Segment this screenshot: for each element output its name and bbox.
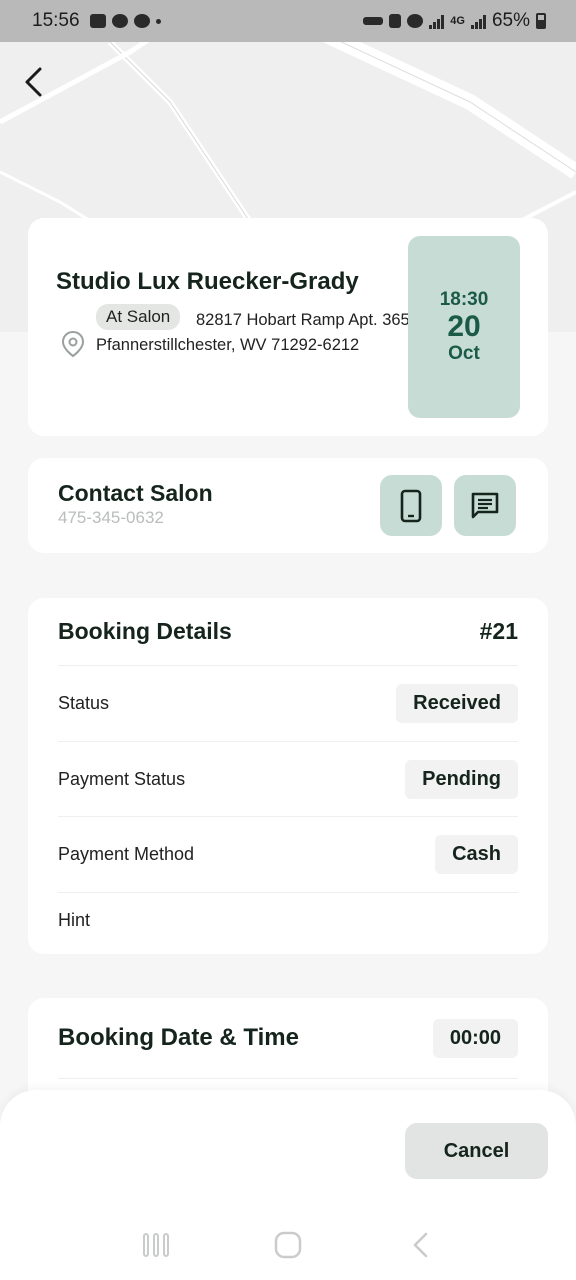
booking-datetime-title: Booking Date & Time	[58, 1024, 299, 1051]
appointment-date-box: 18:30 20 Oct	[408, 236, 520, 418]
home-button[interactable]	[258, 1220, 318, 1270]
more-notifications-icon	[155, 18, 161, 24]
battery-percent: 65%	[491, 10, 530, 31]
cancel-button[interactable]: Cancel	[405, 1123, 548, 1179]
appointment-month: Oct	[448, 343, 480, 364]
system-icons: 4G 65%	[363, 10, 546, 32]
contact-card: Contact Salon 475-345-0632	[28, 458, 548, 553]
detail-row-status: Status Received	[58, 665, 518, 741]
detail-label: Hint	[58, 910, 91, 930]
status-badge: Received	[396, 684, 518, 723]
cloud-icon	[133, 14, 150, 28]
arrow-left-icon	[25, 67, 42, 97]
detail-row-payment-method: Payment Method Cash	[58, 816, 518, 892]
booking-details-card: Booking Details #21 Status Received Paym…	[28, 598, 548, 954]
message-icon	[471, 492, 499, 518]
status-bar: 15:56 4G 65%	[0, 0, 576, 42]
detail-row-hint: Hint	[58, 892, 518, 948]
notification-icons	[89, 14, 161, 28]
signal-icon	[429, 14, 445, 29]
chevron-left-icon	[413, 1232, 428, 1258]
back-button[interactable]	[14, 60, 54, 104]
smartphone-icon	[400, 489, 422, 522]
key-icon	[363, 17, 384, 25]
status-time: 15:56	[32, 10, 80, 31]
detail-row-payment-status: Payment Status Pending	[58, 741, 518, 817]
location-type-badge: At Salon	[96, 304, 181, 330]
battery-icon	[536, 13, 546, 29]
network-type: 4G	[450, 15, 465, 27]
contact-phone: 475-345-0632	[58, 508, 164, 527]
home-icon	[274, 1231, 302, 1259]
payment-status-badge: Pending	[405, 760, 518, 799]
system-navigation-bar	[0, 1210, 576, 1280]
divider	[58, 1078, 518, 1079]
detail-label: Payment Method	[58, 844, 195, 864]
booking-details-title: Booking Details	[58, 618, 232, 644]
bottom-action-sheet: Cancel	[0, 1090, 576, 1280]
lock-icon	[389, 14, 402, 28]
payment-method-badge: Cash	[435, 835, 518, 874]
appointment-time: 18:30	[439, 289, 489, 310]
recent-apps-icon	[143, 1233, 169, 1257]
message-button[interactable]	[454, 475, 516, 536]
contact-title: Contact Salon	[58, 480, 213, 506]
recent-apps-button[interactable]	[126, 1220, 186, 1270]
call-button[interactable]	[380, 475, 442, 536]
appointment-day: 20	[447, 310, 481, 343]
salon-card: Studio Lux Ruecker-Grady 82817 Hobart Ra…	[28, 218, 548, 436]
chat-icon	[111, 14, 128, 28]
detail-label: Payment Status	[58, 769, 186, 789]
signal-icon-2	[470, 14, 486, 29]
gallery-icon	[89, 14, 106, 28]
system-back-button[interactable]	[390, 1220, 450, 1270]
detail-label: Status	[58, 693, 110, 713]
booking-id: #21	[479, 618, 518, 644]
salon-name: Studio Lux Ruecker-Grady	[56, 268, 359, 295]
alarm-icon	[407, 14, 424, 28]
map-pin-icon	[61, 330, 85, 358]
booking-time-badge: 00:00	[432, 1019, 518, 1058]
